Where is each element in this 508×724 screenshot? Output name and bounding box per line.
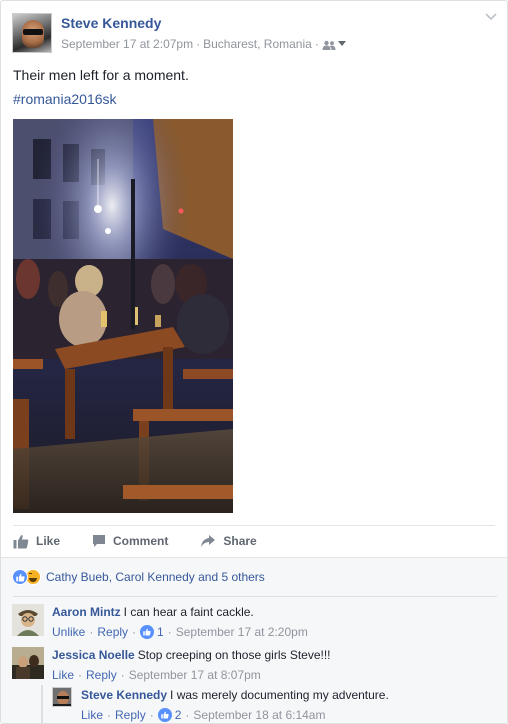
reply-link[interactable]: Reply: [97, 625, 128, 639]
audience-dropdown-icon[interactable]: [337, 41, 346, 47]
comment-actions: Like · Reply · September 17 at 8:07pm: [52, 668, 261, 682]
like-button[interactable]: Like: [13, 532, 60, 550]
commenter-name[interactable]: Jessica Noelle: [52, 648, 135, 662]
reply-body: Steve Kennedy I was merely documenting my…: [81, 687, 389, 723]
commenter-name[interactable]: Aaron Mintz: [52, 605, 121, 619]
post-author-name[interactable]: Steve Kennedy: [61, 15, 161, 31]
post-card: Steve Kennedy September 17 at 2:07pm · Buc…: [0, 0, 508, 724]
friends-icon[interactable]: [322, 39, 336, 50]
replier-name[interactable]: Steve Kennedy: [81, 688, 167, 702]
post-text: Their men left for a moment.: [13, 67, 189, 83]
like-count-icon: [140, 625, 155, 639]
reactions-divider: [13, 596, 497, 597]
post-photo[interactable]: [13, 119, 233, 513]
comment-timestamp[interactable]: September 17 at 8:07pm: [129, 668, 261, 682]
share-button[interactable]: Share: [200, 532, 257, 550]
like-link[interactable]: Like: [52, 668, 74, 682]
comment-button[interactable]: Comment: [92, 532, 168, 550]
reply-link[interactable]: Reply: [115, 708, 146, 722]
post-timestamp[interactable]: September 17 at 2:07pm: [61, 37, 193, 51]
author-avatar[interactable]: [12, 13, 52, 53]
reply-like-count[interactable]: 2: [175, 708, 182, 722]
action-bar-divider: [13, 525, 495, 526]
avatar-sunglasses: [23, 29, 43, 35]
comment-body: Aaron Mintz I can hear a faint cackle. Un…: [52, 604, 308, 640]
comment-like-count[interactable]: 1: [157, 625, 164, 639]
chevron-down-icon[interactable]: [485, 13, 497, 21]
comment-label: Comment: [113, 534, 169, 548]
post-action-bar: Like Comment Share: [13, 532, 289, 550]
meta-separator: ·: [314, 37, 319, 51]
like-label: Like: [36, 534, 61, 548]
like-count-icon: [157, 708, 172, 722]
like-link[interactable]: Like: [81, 708, 103, 722]
meta-separator: ·: [196, 37, 201, 51]
reactions-names[interactable]: Cathy Bueb, Carol Kennedy and 5 others: [46, 570, 265, 584]
reactions-summary[interactable]: Cathy Bueb, Carol Kennedy and 5 others: [12, 569, 265, 585]
reply-actions: Like · Reply · 2 · September 18 at 6:14am: [81, 708, 326, 722]
reply-thread-line: [41, 685, 43, 723]
comment-body: Jessica Noelle Stop creeping on those gir…: [52, 647, 331, 683]
comment-timestamp[interactable]: September 17 at 2:20pm: [176, 625, 308, 639]
share-label: Share: [223, 534, 257, 548]
comment-actions: Unlike · Reply · 1 · September 17 at 2:20pm: [52, 625, 308, 639]
comment-text: I can hear a faint cackle.: [123, 605, 254, 619]
reply-link[interactable]: Reply: [86, 668, 117, 682]
commenter-avatar[interactable]: [12, 604, 44, 636]
replier-avatar[interactable]: [52, 687, 72, 707]
unlike-link[interactable]: Unlike: [52, 625, 85, 639]
post-meta: September 17 at 2:07pm · Bucharest, Romani…: [61, 37, 346, 51]
post-hashtag[interactable]: #romania2016sk: [13, 91, 117, 107]
commenter-avatar[interactable]: [12, 647, 44, 679]
comment-icon: [93, 535, 106, 547]
post-location[interactable]: Bucharest, Romania: [203, 37, 312, 51]
comment-text: Stop creeping on those girls Steve!!!: [137, 648, 331, 662]
reply-text: I was merely documenting my adventure.: [170, 688, 389, 702]
reply-timestamp[interactable]: September 18 at 6:14am: [193, 708, 325, 722]
thumbs-up-icon: [13, 534, 29, 548]
like-reaction-icon: [12, 569, 28, 585]
share-icon: [201, 535, 216, 547]
